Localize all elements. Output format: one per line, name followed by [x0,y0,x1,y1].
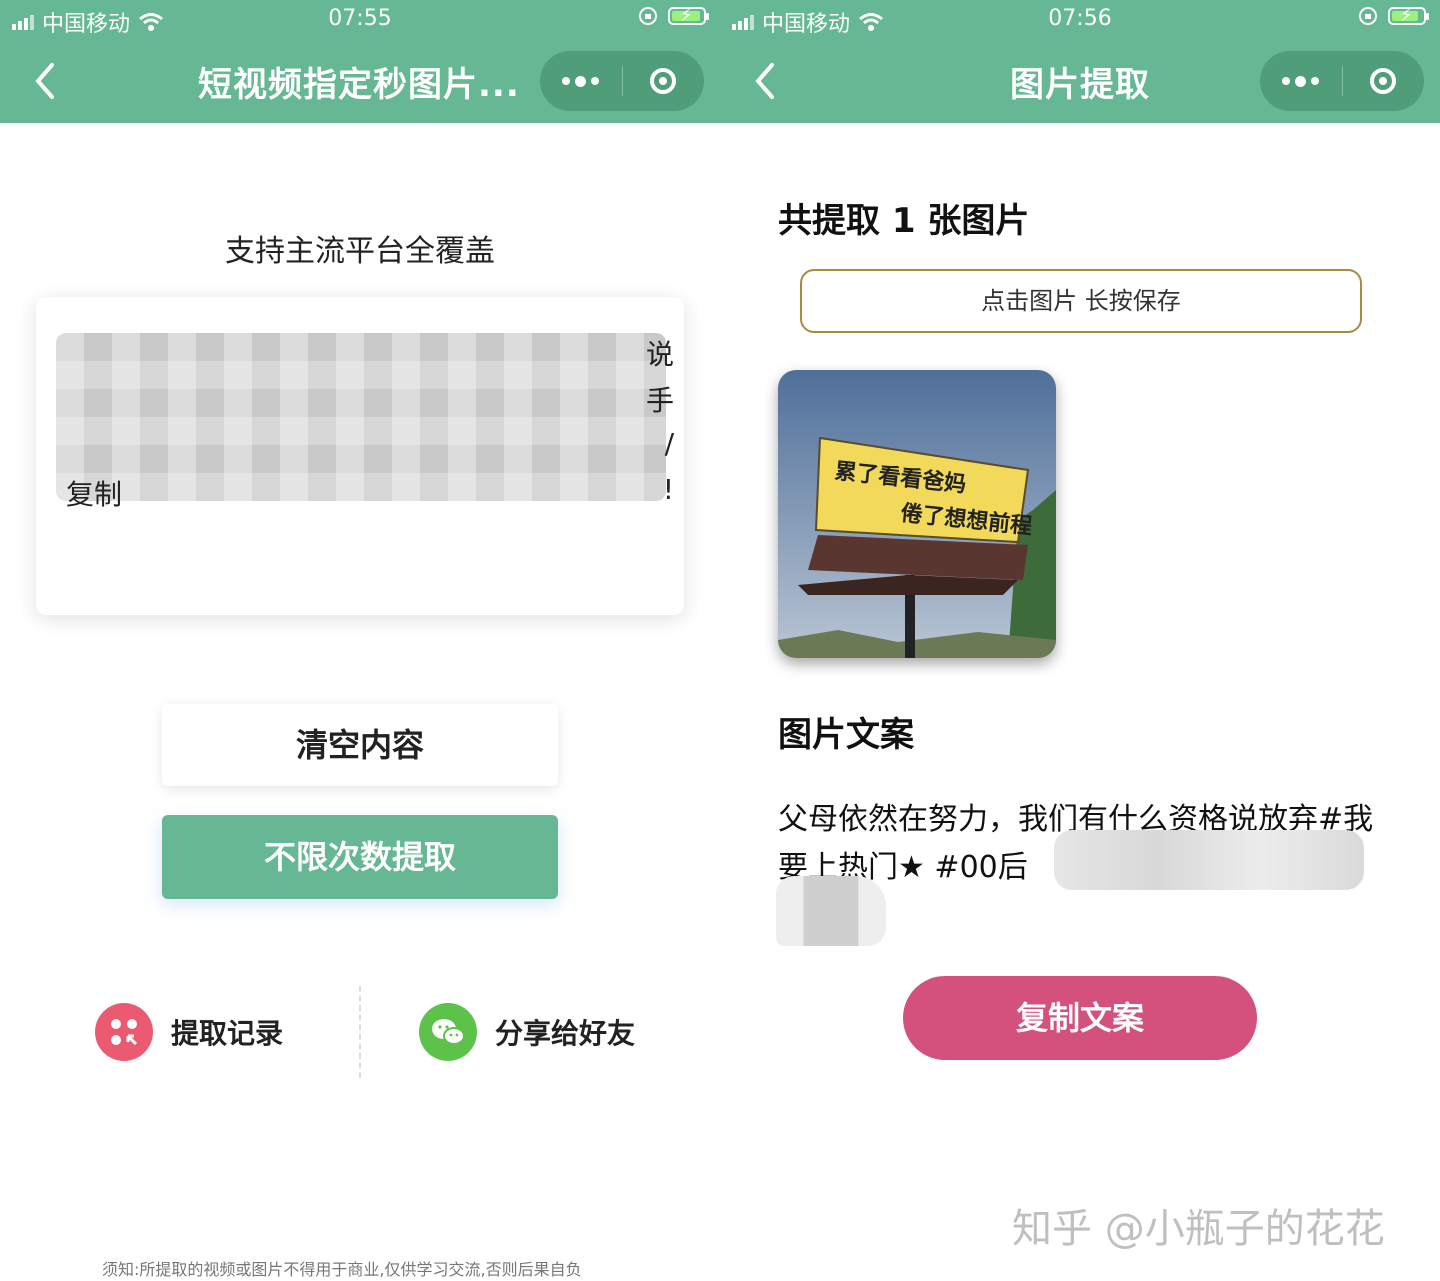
input-fragment: 说 [645,338,674,371]
status-time: 07:56 [1048,6,1112,31]
records-label: 提取记录 [171,1017,284,1050]
extract-count: 共提取 1 张图片 [778,201,1030,241]
wechat-icon [419,1003,477,1061]
watermark: 知乎 @小瓶子的花花 [1012,1206,1385,1252]
save-hint-button[interactable]: 点击图片 长按保存 [800,269,1362,333]
copy-text-button[interactable]: 复制文案 [903,976,1257,1060]
battery-icon: ⚡ [668,5,709,26]
close-miniprogram-icon [1370,68,1397,94]
input-fragment: ! [662,473,674,506]
extracted-image[interactable]: 累了看看爸妈 倦了想想前程 [778,370,1056,658]
capsule-menu [540,51,704,111]
input-fragment: / [664,427,674,460]
support-text: 支持主流平台全覆盖 [225,234,495,269]
link-input-area[interactable]: 说 手 / 复制 ! [36,297,684,615]
action-divider [359,986,361,1078]
nav-bar: 短视频指定秒图片... [0,45,720,117]
page-title: 短视频指定秒图片... [198,65,520,105]
more-icon [562,75,600,87]
close-button[interactable] [623,51,705,111]
left-screen: 中国移动 07:55 ⚡ 短视频指定秒图片... 支持主流平台全覆盖 说 手 /… [0,0,720,1281]
records-icon [95,1003,153,1061]
rotation-lock-icon [1359,7,1377,25]
header: 中国移动 07:56 ⚡ 图片提取 [720,0,1440,123]
input-fragment: 手 [645,384,674,417]
status-bar: 中国移动 07:55 ⚡ [0,0,720,40]
more-button[interactable] [540,51,622,111]
capsule-menu [1260,51,1424,111]
share-label: 分享给好友 [495,1017,636,1050]
status-bar: 中国移动 07:56 ⚡ [720,0,1440,40]
blurred-text-region [776,876,886,946]
copy-heading: 图片文案 [778,715,914,755]
close-miniprogram-icon [650,68,677,94]
share-to-friend-link[interactable]: 分享给好友 [419,1003,635,1061]
more-button[interactable] [1260,51,1342,111]
right-screen: 中国移动 07:56 ⚡ 图片提取 共提取 1 张图片 点击图片 长按保存 累了… [720,0,1440,1281]
close-button[interactable] [1343,51,1425,111]
battery-icon: ⚡ [1388,5,1429,26]
disclaimer-text: 须知:所提取的视频或图片不得用于商业,仅供学习交流,否则后果自负 [102,1260,582,1279]
input-fragment: 复制 [66,478,123,511]
status-time: 07:55 [328,6,392,31]
nav-bar: 图片提取 [720,45,1440,117]
pixelated-input-content [56,333,666,501]
blurred-text-region [1054,830,1364,890]
extract-records-link[interactable]: 提取记录 [95,1003,283,1061]
more-icon [1282,75,1320,87]
back-icon[interactable] [28,61,62,101]
clear-content-button[interactable]: 清空内容 [162,704,558,786]
unlimited-extract-button[interactable]: 不限次数提取 [162,815,558,899]
header: 中国移动 07:55 ⚡ 短视频指定秒图片... [0,0,720,123]
rotation-lock-icon [639,7,657,25]
